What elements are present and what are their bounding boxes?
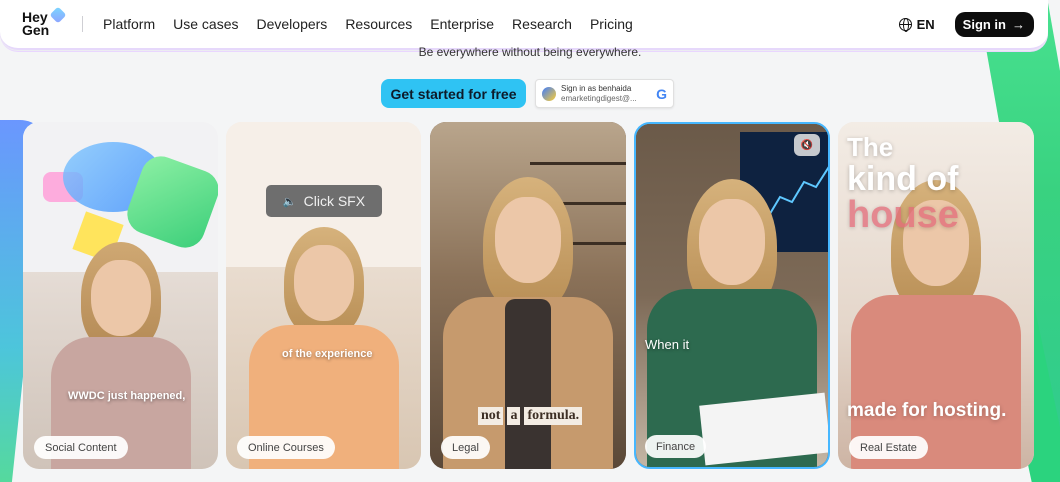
caption-word: formula. bbox=[524, 407, 583, 425]
heygen-logo[interactable]: Hey Gen bbox=[22, 6, 70, 38]
nav-links: Platform Use cases Developers Resources … bbox=[103, 16, 633, 32]
caption-word: not bbox=[478, 407, 504, 425]
caption-top-line3: house bbox=[847, 194, 959, 236]
caption-top-line1: The bbox=[847, 132, 894, 162]
usecase-card-social-content[interactable]: WWDC just happened, Social Content bbox=[23, 122, 218, 469]
google-signin-email: emarketingdigest@... bbox=[561, 93, 637, 103]
sign-in-label: Sign in bbox=[962, 17, 1006, 32]
presenter-avatar bbox=[443, 177, 613, 469]
nav-right: EN Sign in → bbox=[898, 12, 1034, 37]
nav-link-pricing[interactable]: Pricing bbox=[590, 16, 633, 32]
sign-in-button[interactable]: Sign in → bbox=[954, 12, 1034, 37]
nav-divider bbox=[82, 16, 83, 32]
nav-link-resources[interactable]: Resources bbox=[345, 16, 412, 32]
google-signin-title: Sign in as benhaida bbox=[561, 83, 632, 93]
presenter-face bbox=[495, 197, 561, 283]
caption-word: a bbox=[507, 407, 521, 425]
top-navbar: Hey Gen Platform Use cases Developers Re… bbox=[0, 0, 1048, 50]
speaker-icon: 🔈 bbox=[282, 195, 297, 208]
arrow-right-icon: → bbox=[1012, 17, 1025, 32]
nav-link-use-cases[interactable]: Use cases bbox=[173, 16, 238, 32]
get-started-button[interactable]: Get started for free bbox=[381, 79, 526, 108]
click-sfx-button[interactable]: 🔈 Click SFX bbox=[266, 185, 382, 217]
presenter-avatar bbox=[46, 242, 196, 469]
presenter-face bbox=[293, 245, 354, 321]
usecase-label: Online Courses bbox=[237, 436, 335, 459]
presenter-top bbox=[505, 299, 551, 469]
usecase-label: Legal bbox=[441, 436, 490, 459]
video-caption: not a formula. bbox=[478, 407, 583, 425]
google-one-tap-chip[interactable]: Sign in as benhaida emarketingdigest@...… bbox=[535, 79, 674, 108]
logo-text-line2: Gen bbox=[22, 22, 50, 38]
language-label: EN bbox=[916, 17, 935, 32]
presenter-face bbox=[699, 199, 765, 285]
mute-icon[interactable]: 🔇 bbox=[794, 134, 820, 156]
card-video-thumbnail bbox=[636, 124, 828, 467]
sfx-label: Click SFX bbox=[303, 193, 366, 209]
hero-tagline: Be everywhere without being everywhere. bbox=[418, 45, 642, 59]
video-caption: made for hosting. bbox=[847, 400, 1007, 421]
nav-link-developers[interactable]: Developers bbox=[256, 16, 327, 32]
usecase-card-real-estate[interactable]: The kind of house made for hosting. Real… bbox=[838, 122, 1034, 469]
nav-link-research[interactable]: Research bbox=[512, 16, 572, 32]
account-avatar bbox=[542, 86, 556, 101]
usecase-label: Real Estate bbox=[849, 436, 928, 459]
video-caption: WWDC just happened, bbox=[68, 390, 186, 402]
google-account-text: Sign in as benhaida emarketingdigest@... bbox=[561, 84, 651, 104]
video-caption: When it bbox=[645, 337, 690, 352]
globe-icon bbox=[898, 18, 912, 32]
nav-link-enterprise[interactable]: Enterprise bbox=[430, 16, 494, 32]
usecase-label: Finance bbox=[645, 435, 707, 458]
language-selector[interactable]: EN bbox=[898, 17, 935, 32]
usecase-card-online-courses[interactable]: 🔈 Click SFX of the experience Online Cou… bbox=[226, 122, 421, 469]
usecase-card-finance[interactable]: 🔇 When it Finance bbox=[634, 122, 830, 469]
video-caption: of the experience bbox=[282, 348, 373, 360]
nav-link-platform[interactable]: Platform bbox=[103, 16, 155, 32]
usecase-label: Social Content bbox=[34, 436, 128, 459]
bookshelf bbox=[530, 162, 626, 165]
cta-row: Get started for free Sign in as benhaida… bbox=[381, 79, 674, 108]
google-logo-icon: G bbox=[656, 85, 667, 102]
usecase-card-legal[interactable]: not a formula. Legal bbox=[430, 122, 626, 469]
presenter-face bbox=[90, 260, 151, 336]
